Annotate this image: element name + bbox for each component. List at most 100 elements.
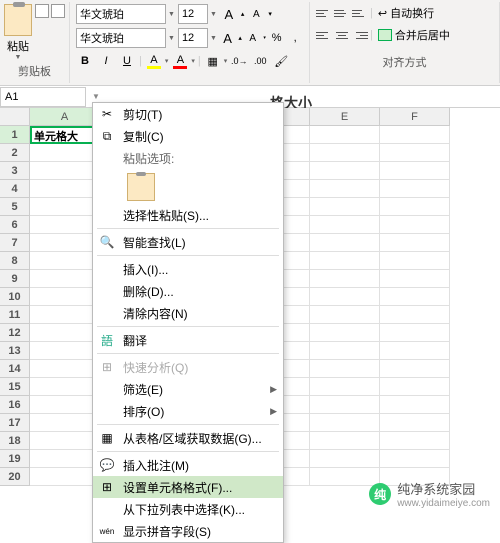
increase-font-icon[interactable]: A [220, 29, 236, 47]
cell-F7[interactable] [380, 234, 450, 252]
underline-button[interactable]: U [118, 52, 136, 70]
increase-decimal-icon[interactable]: .0→ [230, 52, 248, 70]
cell-A2[interactable] [30, 144, 100, 162]
decrease-decimal-icon[interactable]: .00 [251, 52, 269, 70]
cell-F18[interactable] [380, 432, 450, 450]
fill-color-button[interactable]: A [145, 52, 163, 70]
menu-show-pinyin[interactable]: wén 显示拼音字段(S) [93, 520, 283, 542]
cell-A11[interactable] [30, 306, 100, 324]
name-box[interactable] [0, 87, 86, 107]
cell-F15[interactable] [380, 378, 450, 396]
cell-F2[interactable] [380, 144, 450, 162]
cell-E4[interactable] [310, 180, 380, 198]
cell-F5[interactable] [380, 198, 450, 216]
chevron-down-icon[interactable]: ▼ [168, 11, 175, 18]
align-top-icon[interactable] [316, 6, 332, 20]
cell-E9[interactable] [310, 270, 380, 288]
menu-copy[interactable]: ⧉ 复制(C) [93, 125, 283, 147]
font-size-select-2[interactable] [178, 28, 208, 48]
menu-paste-special[interactable]: 选择性粘贴(S)... [93, 204, 283, 226]
cell-F11[interactable] [380, 306, 450, 324]
cell-A5[interactable] [30, 198, 100, 216]
row-header-3[interactable]: 3 [0, 162, 30, 180]
menu-clear[interactable]: 清除内容(N) [93, 302, 283, 324]
bold-button[interactable]: B [76, 52, 94, 70]
col-header-A[interactable]: A [30, 108, 100, 126]
cell-A15[interactable] [30, 378, 100, 396]
cell-A9[interactable] [30, 270, 100, 288]
row-header-14[interactable]: 14 [0, 360, 30, 378]
cell-F19[interactable] [380, 450, 450, 468]
row-header-10[interactable]: 10 [0, 288, 30, 306]
cell-A14[interactable] [30, 360, 100, 378]
align-bottom-icon[interactable] [352, 6, 368, 20]
menu-format-cells[interactable]: ⊞ 设置单元格格式(F)... [93, 476, 283, 498]
cell-F12[interactable] [380, 324, 450, 342]
cell-E10[interactable] [310, 288, 380, 306]
font-size-select[interactable] [178, 4, 208, 24]
cell-A4[interactable] [30, 180, 100, 198]
row-header-11[interactable]: 11 [0, 306, 30, 324]
col-header-F[interactable]: F [380, 108, 450, 126]
cell-F16[interactable] [380, 396, 450, 414]
menu-cut[interactable]: ✂ 剪切(T) [93, 103, 283, 125]
cell-E3[interactable] [310, 162, 380, 180]
cell-E14[interactable] [310, 360, 380, 378]
menu-filter[interactable]: 筛选(E) ▶ [93, 378, 283, 400]
cell-A7[interactable] [30, 234, 100, 252]
cell-A17[interactable] [30, 414, 100, 432]
select-all-corner[interactable] [0, 108, 30, 126]
menu-translate[interactable]: 語 翻译 [93, 329, 283, 351]
row-header-16[interactable]: 16 [0, 396, 30, 414]
row-header-6[interactable]: 6 [0, 216, 30, 234]
chevron-down-icon[interactable]: ▼ [210, 35, 217, 42]
percent-icon[interactable]: % [269, 29, 285, 47]
row-header-19[interactable]: 19 [0, 450, 30, 468]
chevron-down-icon[interactable]: ▼ [210, 11, 217, 18]
cell-E19[interactable] [310, 450, 380, 468]
cell-E12[interactable] [310, 324, 380, 342]
dropdown-icon[interactable]: ▼ [92, 92, 100, 101]
cell-E15[interactable] [310, 378, 380, 396]
cell-E7[interactable] [310, 234, 380, 252]
increase-font-icon[interactable]: A [220, 5, 238, 23]
row-header-7[interactable]: 7 [0, 234, 30, 252]
menu-delete[interactable]: 删除(D)... [93, 280, 283, 302]
comma-icon[interactable]: , [287, 29, 303, 47]
paste-button[interactable]: 粘贴 ▼ [4, 4, 32, 61]
cell-A12[interactable] [30, 324, 100, 342]
row-header-1[interactable]: 1 [0, 126, 30, 144]
menu-insert-comment[interactable]: 💬 插入批注(M) [93, 454, 283, 476]
cell-E17[interactable] [310, 414, 380, 432]
cell-F3[interactable] [380, 162, 450, 180]
merge-center-button[interactable]: 合并后居中 [375, 26, 453, 44]
row-header-4[interactable]: 4 [0, 180, 30, 198]
align-middle-icon[interactable] [334, 6, 350, 20]
font-name-select[interactable] [76, 4, 166, 24]
row-header-15[interactable]: 15 [0, 378, 30, 396]
cell-E13[interactable] [310, 342, 380, 360]
cut-icon[interactable] [35, 4, 49, 18]
row-header-5[interactable]: 5 [0, 198, 30, 216]
font-color-button[interactable]: A [171, 52, 189, 70]
italic-button[interactable]: I [97, 52, 115, 70]
cell-F14[interactable] [380, 360, 450, 378]
cell-E2[interactable] [310, 144, 380, 162]
menu-insert[interactable]: 插入(I)... [93, 258, 283, 280]
row-header-20[interactable]: 20 [0, 468, 30, 486]
row-header-9[interactable]: 9 [0, 270, 30, 288]
chevron-down-icon[interactable]: ▼ [168, 35, 175, 42]
paste-option-icon[interactable] [127, 173, 155, 201]
cell-E16[interactable] [310, 396, 380, 414]
cell-E1[interactable] [310, 126, 380, 144]
cell-F17[interactable] [380, 414, 450, 432]
row-header-18[interactable]: 18 [0, 432, 30, 450]
cell-F9[interactable] [380, 270, 450, 288]
cell-F10[interactable] [380, 288, 450, 306]
cell-E6[interactable] [310, 216, 380, 234]
cell-A6[interactable] [30, 216, 100, 234]
align-right-icon[interactable] [352, 28, 368, 42]
cell-A3[interactable] [30, 162, 100, 180]
row-header-2[interactable]: 2 [0, 144, 30, 162]
cell-F13[interactable] [380, 342, 450, 360]
